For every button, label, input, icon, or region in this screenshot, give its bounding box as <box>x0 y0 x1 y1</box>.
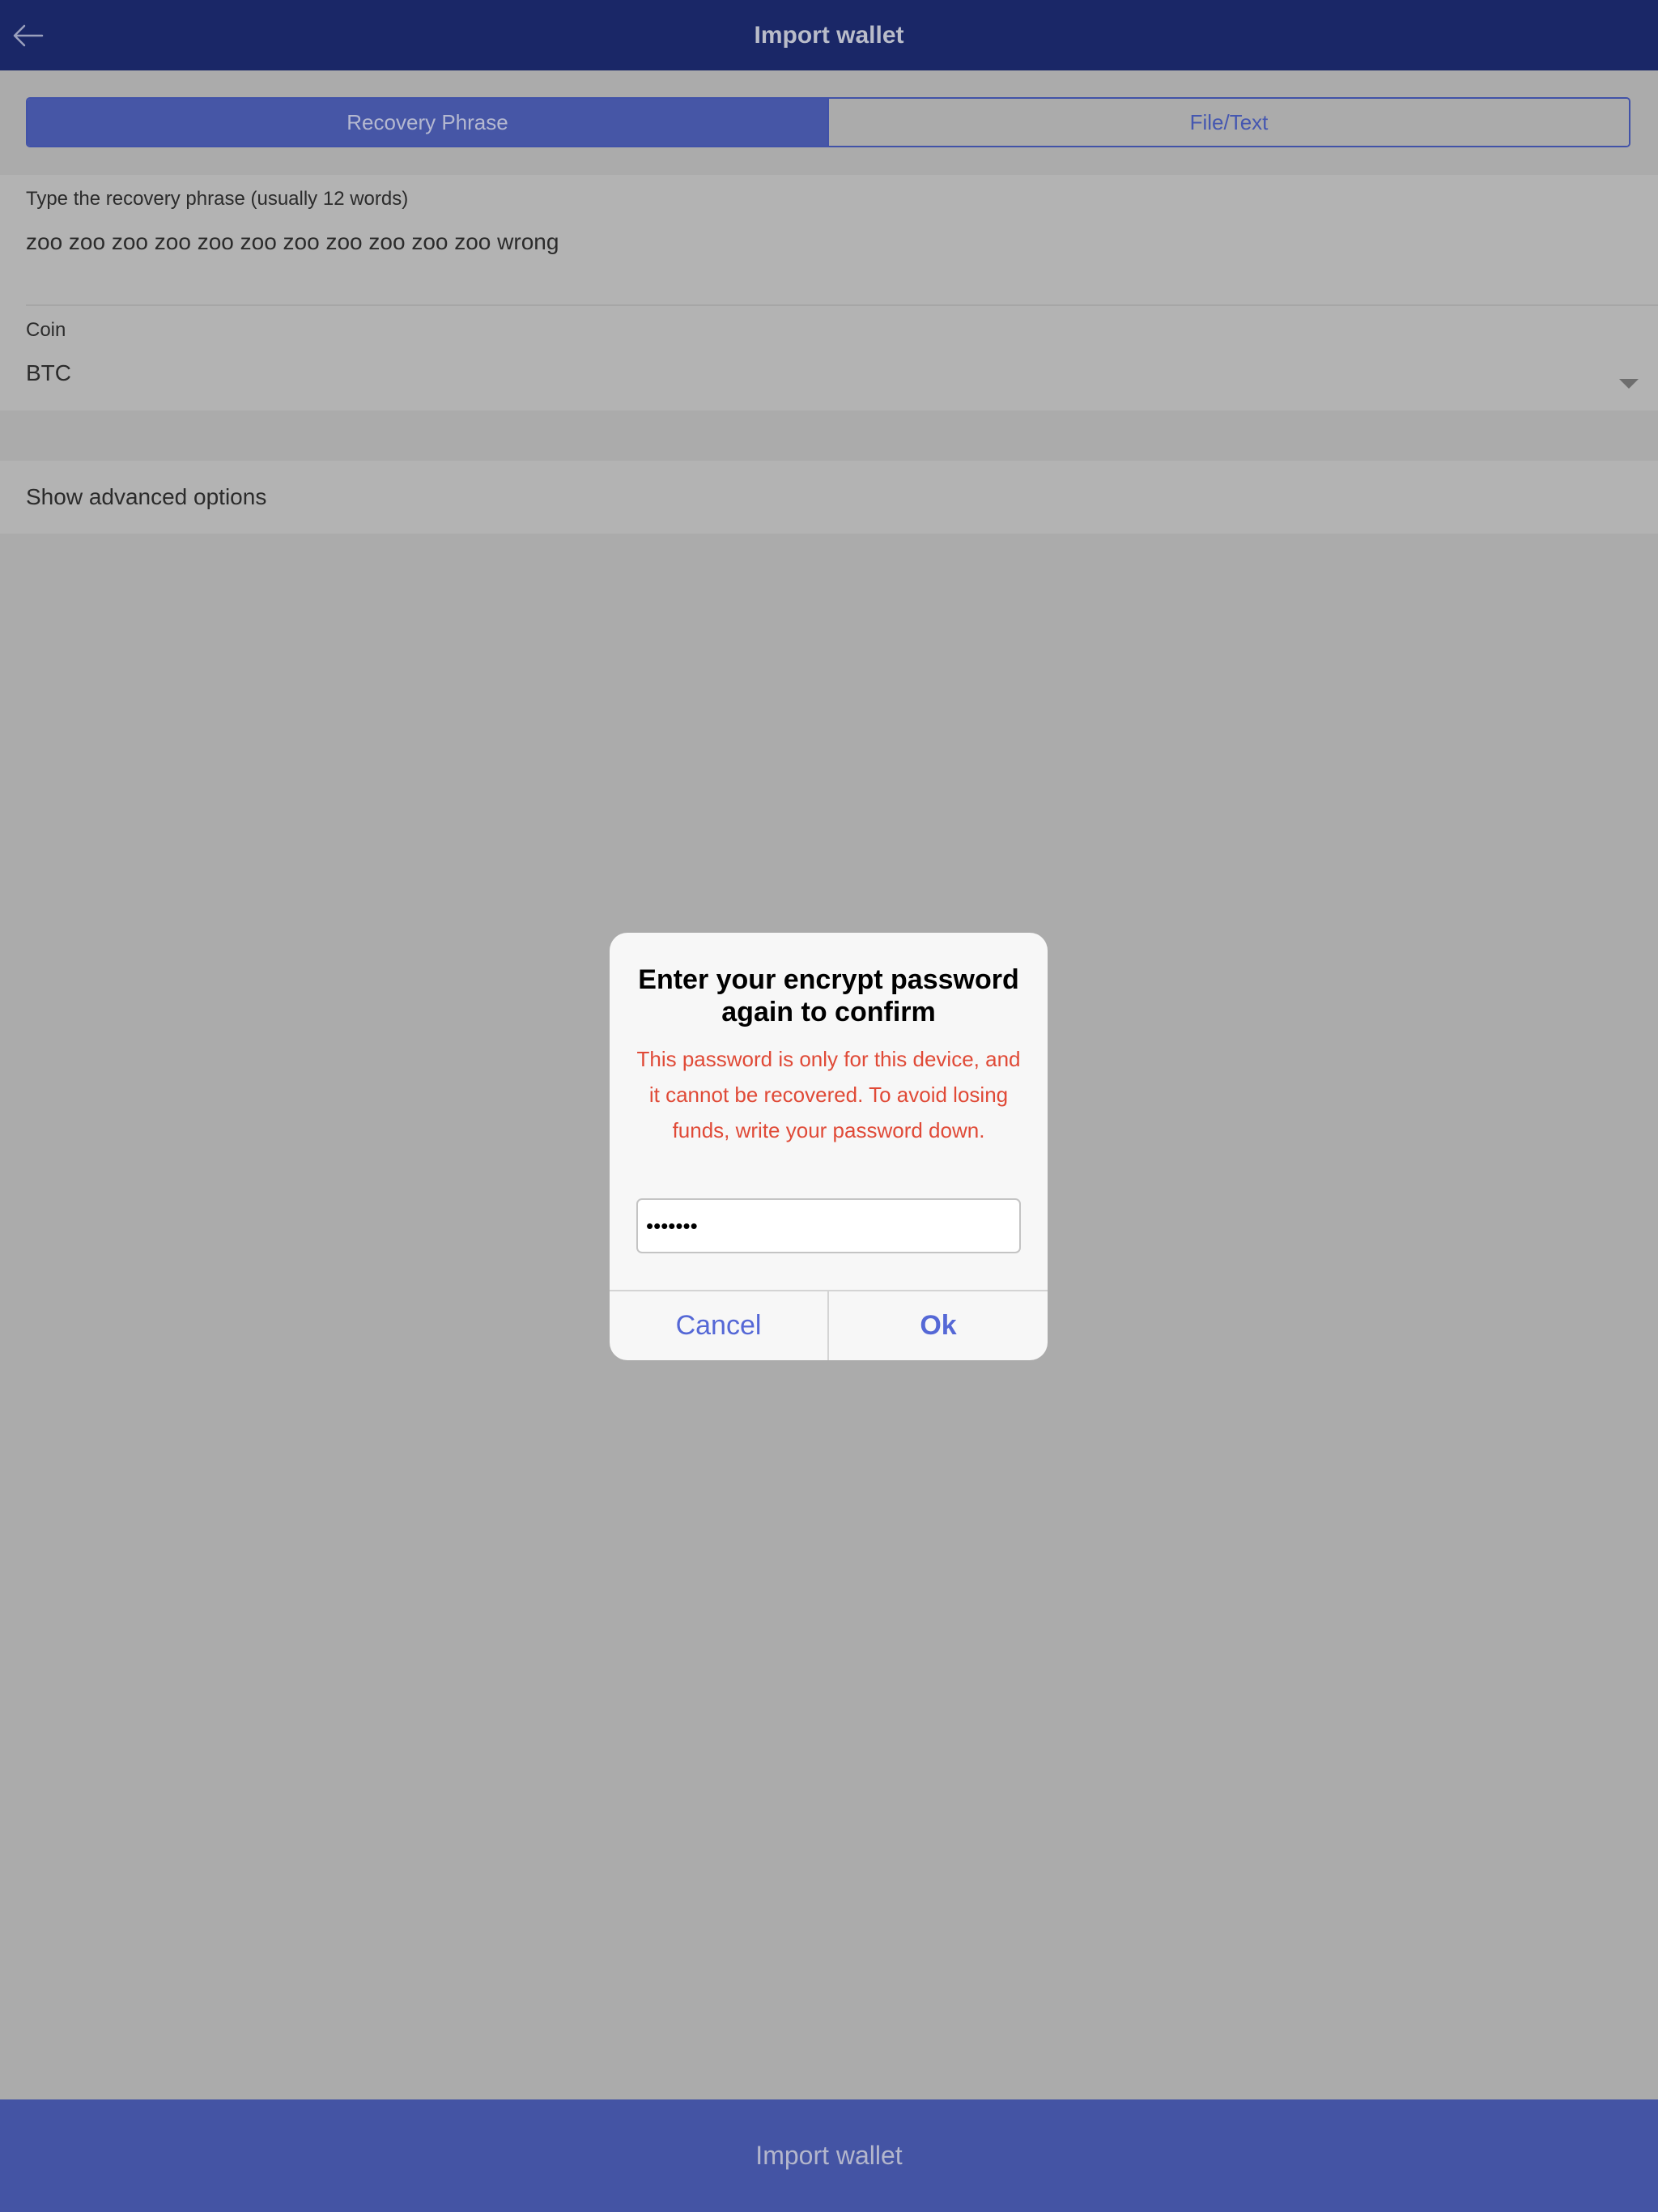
app-header: Import wallet <box>0 0 1658 70</box>
page-title: Import wallet <box>754 22 904 49</box>
coin-select[interactable]: BTC <box>26 360 71 386</box>
tab-recovery-phrase[interactable]: Recovery Phrase <box>28 99 827 146</box>
advanced-options-row[interactable]: Show advanced options <box>0 461 1658 534</box>
password-input[interactable] <box>636 1198 1021 1253</box>
tab-file-text[interactable]: File/Text <box>827 99 1629 146</box>
coin-label: Coin <box>26 319 66 341</box>
ok-button[interactable]: Ok <box>829 1291 1048 1360</box>
recovery-phrase-label: Type the recovery phrase (usually 12 wor… <box>26 188 409 210</box>
dialog-warning-message: This password is only for this device, a… <box>636 1047 1021 1142</box>
advanced-options-label: Show advanced options <box>26 484 267 509</box>
import-form: Type the recovery phrase (usually 12 wor… <box>0 175 1658 410</box>
import-wallet-button[interactable]: Import wallet <box>0 2099 1658 2212</box>
import-method-tabs: Recovery Phrase File/Text <box>26 97 1630 147</box>
cancel-button[interactable]: Cancel <box>610 1291 827 1360</box>
confirm-password-dialog: Enter your encrypt password again to con… <box>610 933 1048 1360</box>
dialog-title: Enter your encrypt password again to con… <box>638 964 1019 1027</box>
field-divider <box>26 304 1658 306</box>
recovery-phrase-input[interactable]: zoo zoo zoo zoo zoo zoo zoo zoo zoo zoo … <box>26 229 559 255</box>
chevron-down-icon[interactable] <box>1619 379 1639 389</box>
